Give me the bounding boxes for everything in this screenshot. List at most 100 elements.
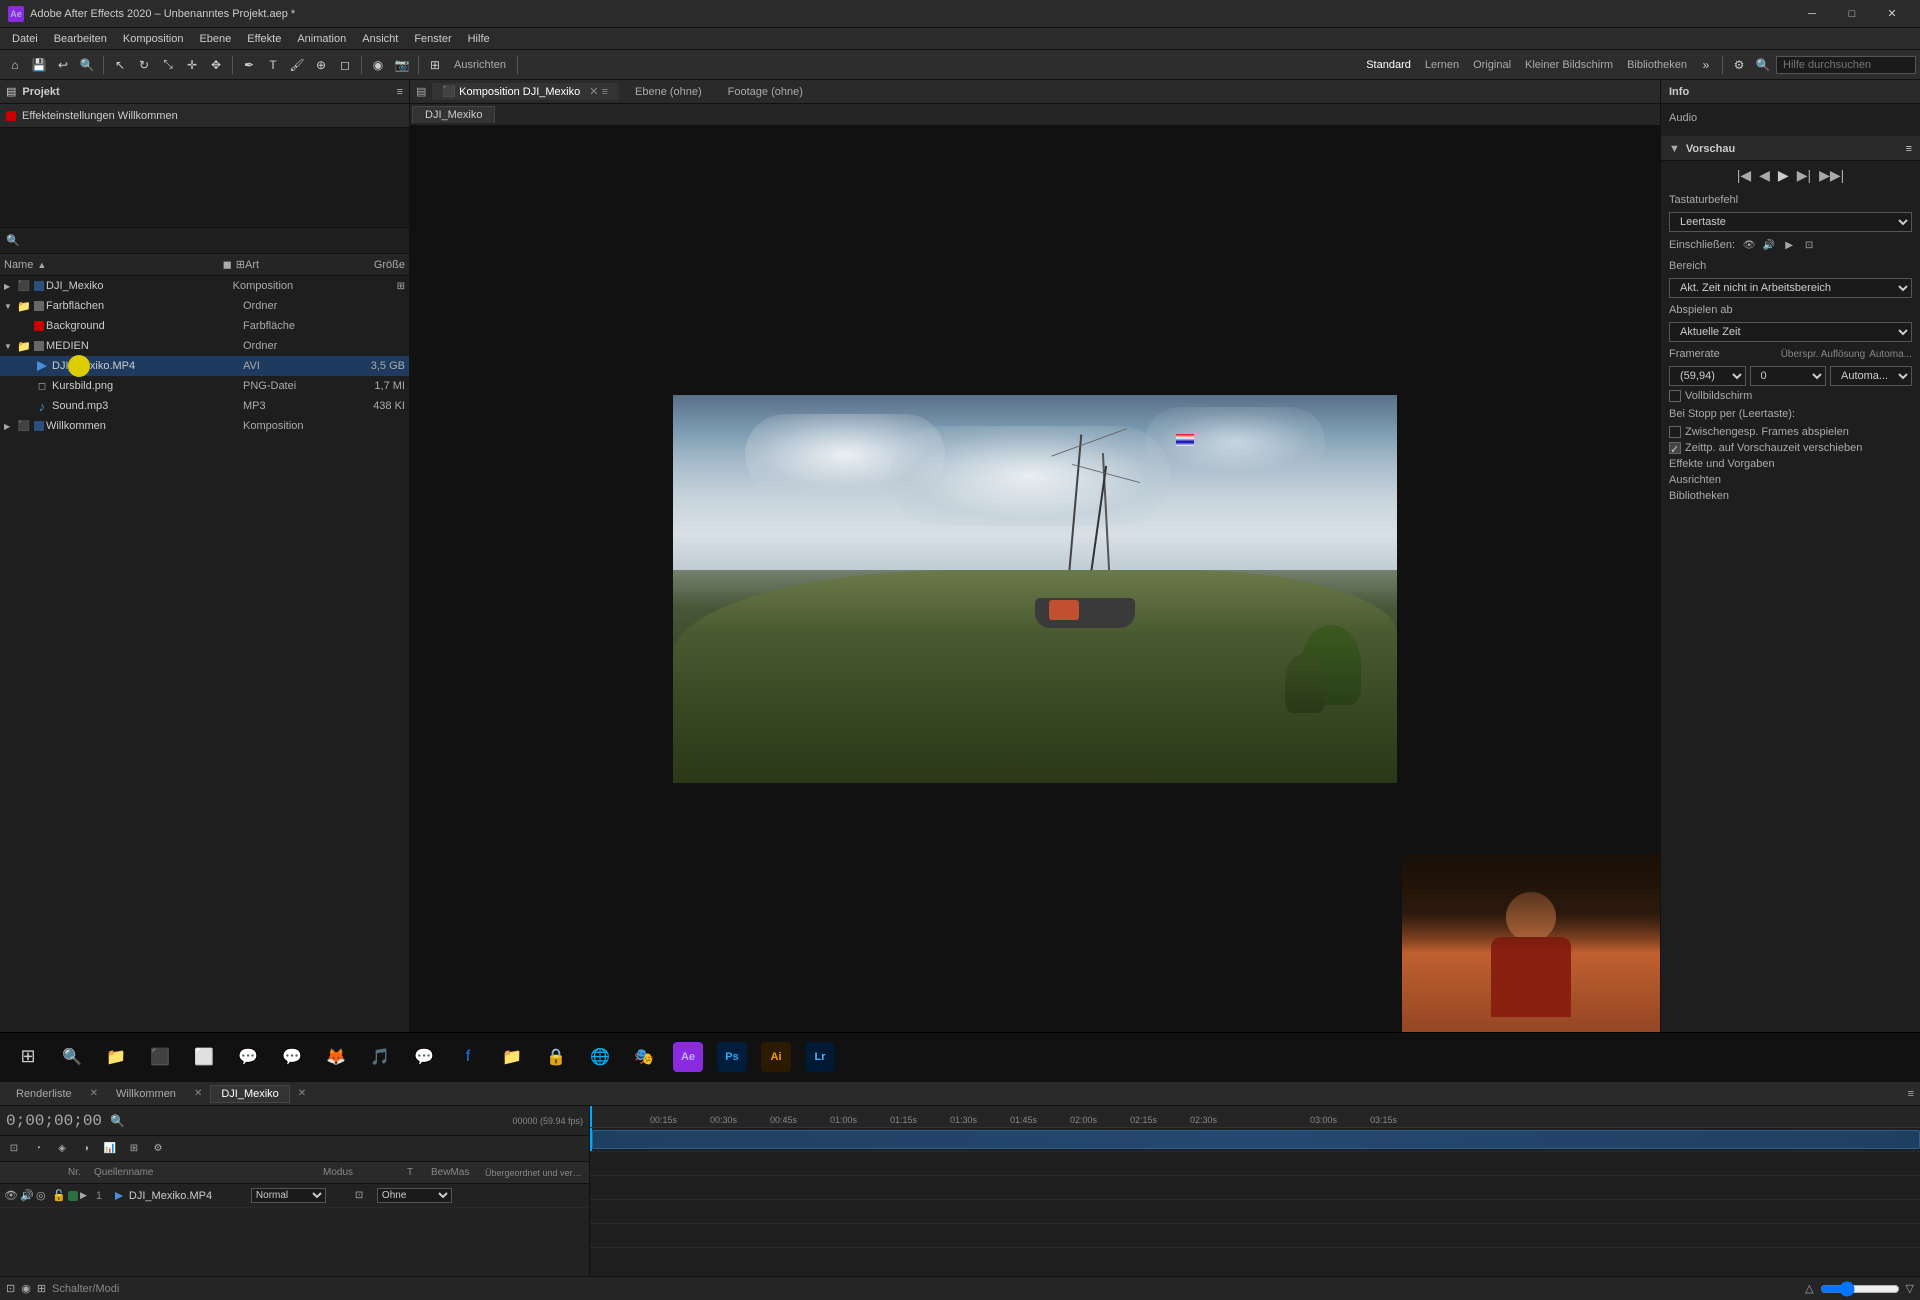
graph-btn[interactable]: 📊 xyxy=(100,1139,120,1159)
menu-bearbeiten[interactable]: Bearbeiten xyxy=(46,31,115,47)
play-button[interactable]: ▶ xyxy=(1778,167,1789,184)
sort-arrow[interactable]: ▲ xyxy=(37,260,46,270)
undo-button[interactable]: ↩ xyxy=(52,54,74,76)
preset-kleiner[interactable]: Kleiner Bildschirm xyxy=(1519,59,1619,71)
globe-button[interactable]: 🌐 xyxy=(580,1037,620,1077)
select-tool[interactable]: ↖ xyxy=(109,54,131,76)
theater-button[interactable]: 🎭 xyxy=(624,1037,664,1077)
ps-button[interactable]: Ps xyxy=(712,1037,752,1077)
framerate-dropdown[interactable]: (59,94) xyxy=(1669,366,1746,386)
minimize-button[interactable]: ─ xyxy=(1792,0,1832,28)
menu-komposition[interactable]: Komposition xyxy=(115,31,192,47)
lock-button[interactable]: 🔒 xyxy=(536,1037,576,1077)
timeline-ruler[interactable]: 00:15s 00:30s 00:45s 01:00s 01:15s 01:30… xyxy=(590,1106,1920,1128)
menu-fenster[interactable]: Fenster xyxy=(406,31,459,47)
lr-button[interactable]: Lr xyxy=(800,1037,840,1077)
footage-tab[interactable]: Footage (ohne) xyxy=(718,84,813,100)
list-item[interactable]: ♪ Sound.mp3 MP3 438 KI xyxy=(0,396,409,416)
ae-button[interactable]: Ae xyxy=(668,1037,708,1077)
overflow-icon[interactable]: ⊡ xyxy=(1801,237,1817,253)
menu-ansicht[interactable]: Ansicht xyxy=(354,31,406,47)
go-end-button[interactable]: ▶▶| xyxy=(1819,167,1844,184)
workspace-more[interactable]: » xyxy=(1695,54,1717,76)
comp-btn[interactable]: ⊡ xyxy=(4,1139,24,1159)
expand-arrow[interactable]: ▶ xyxy=(4,422,14,431)
layer-parent-dropdown[interactable]: Ohne xyxy=(377,1188,452,1203)
list-item[interactable]: ▼ MEDIEN Ordner xyxy=(0,336,409,356)
tastatur-dropdown[interactable]: Leertaste xyxy=(1669,212,1912,232)
camera-tool[interactable]: 📷 xyxy=(391,54,413,76)
video-clip[interactable] xyxy=(592,1130,1920,1149)
start-button[interactable]: ⊞ xyxy=(8,1037,48,1077)
layer-lock-toggle[interactable]: 🔓 xyxy=(52,1189,66,1202)
abspielen-dropdown[interactable]: Aktuelle Zeit xyxy=(1669,322,1912,342)
move-tool[interactable]: ✥ xyxy=(205,54,227,76)
tab-close-dji[interactable]: ✕ xyxy=(298,1088,306,1099)
home-button[interactable]: ⌂ xyxy=(4,54,26,76)
viewport[interactable] xyxy=(410,126,1660,1052)
menu-datei[interactable]: Datei xyxy=(4,31,46,47)
next-frame-button[interactable]: ▶| xyxy=(1797,167,1811,184)
willkommen-tab[interactable]: Willkommen xyxy=(106,1086,186,1102)
preset-lernen[interactable]: Lernen xyxy=(1419,59,1465,71)
ai-button[interactable]: Ai xyxy=(756,1037,796,1077)
menu-animation[interactable]: Animation xyxy=(289,31,354,47)
app5-button[interactable]: ⬜ xyxy=(184,1037,224,1077)
timeline-timecode[interactable]: 0;00;00;00 xyxy=(6,1112,102,1130)
comp-tab-close[interactable]: ✕ xyxy=(589,86,598,98)
settings-button[interactable]: ⚙ xyxy=(1728,54,1750,76)
maximize-button[interactable]: □ xyxy=(1832,0,1872,28)
speaker-icon[interactable]: 🔊 xyxy=(1761,237,1777,253)
list-item[interactable]: Background Farbfläche xyxy=(0,316,409,336)
timeline-search-btn[interactable]: 🔍 xyxy=(110,1114,125,1128)
eye-icon[interactable]: 👁 xyxy=(1741,237,1757,253)
menu-effekte[interactable]: Effekte xyxy=(239,31,289,47)
clone-tool[interactable]: ⊕ xyxy=(310,54,332,76)
text-tool[interactable]: T xyxy=(262,54,284,76)
scale-tool[interactable]: ⤡ xyxy=(157,54,179,76)
zoom-slider[interactable] xyxy=(1820,1281,1900,1297)
music-button[interactable]: 🎵 xyxy=(360,1037,400,1077)
layer-mode-dropdown[interactable]: Normal xyxy=(251,1188,331,1203)
tab-close-willkommen[interactable]: ✕ xyxy=(194,1088,202,1099)
facebook-button[interactable]: f xyxy=(448,1037,488,1077)
layer-row[interactable]: 👁 🔊 ◎ 🔓 ▶ 1 DJI_Mexiko.MP4 Normal ⊡ xyxy=(0,1184,589,1208)
search-help-button[interactable]: 🔍 xyxy=(1752,54,1774,76)
close-button[interactable]: ✕ xyxy=(1872,0,1912,28)
timeline-menu-btn[interactable]: ≡ xyxy=(1908,1088,1914,1100)
bibliotheken-section-btn[interactable]: Bibliotheken xyxy=(1661,488,1920,504)
brush-tool[interactable]: 🖌 xyxy=(286,54,308,76)
msg-button[interactable]: 💬 xyxy=(272,1037,312,1077)
footer-btn-1[interactable]: ⊡ xyxy=(6,1282,15,1295)
save-button[interactable]: 💾 xyxy=(28,54,50,76)
shy-btn[interactable]: ◔ xyxy=(28,1139,48,1159)
video-icon2[interactable]: ▶ xyxy=(1781,237,1797,253)
menu-hilfe[interactable]: Hilfe xyxy=(460,31,498,47)
preset-standard[interactable]: Standard xyxy=(1360,59,1417,71)
vorschau-menu[interactable]: ≡ xyxy=(1906,143,1912,155)
list-item[interactable]: ▼ Farbflächen Ordner xyxy=(0,296,409,316)
folder2-button[interactable]: 📁 xyxy=(492,1037,532,1077)
align-button[interactable]: ⊞ xyxy=(424,54,446,76)
rotate-tool[interactable]: ↻ xyxy=(133,54,155,76)
effekte-section-btn[interactable]: Effekte und Vorgaben xyxy=(1661,456,1920,472)
expand-arrow[interactable]: ▶ xyxy=(4,282,14,291)
djimexiko-tab[interactable]: DJI_Mexiko xyxy=(210,1085,289,1103)
layer-expand[interactable]: ▶ xyxy=(80,1190,87,1201)
ms-store-button[interactable]: ⬛ xyxy=(140,1037,180,1077)
project-search-input[interactable] xyxy=(24,235,403,247)
vollbild-checkbox[interactable] xyxy=(1669,390,1681,402)
uberspr-dropdown[interactable]: 0 xyxy=(1750,366,1827,386)
search-tool-button[interactable]: 🔍 xyxy=(76,54,98,76)
renderliste-tab[interactable]: Renderliste xyxy=(6,1086,82,1102)
go-start-button[interactable]: |◀ xyxy=(1737,167,1751,184)
comp-tab-menu[interactable]: ≡ xyxy=(602,86,608,98)
anchor-tool[interactable]: ✛ xyxy=(181,54,203,76)
explorer-button[interactable]: 📁 xyxy=(96,1037,136,1077)
list-item[interactable]: ▶ ⬛ DJI_Mexiko Komposition ⊞ xyxy=(0,276,409,296)
firefox-button[interactable]: 🦊 xyxy=(316,1037,356,1077)
zeittp-checkbox[interactable]: ✓ xyxy=(1669,442,1681,454)
ebene-tab[interactable]: Ebene (ohne) xyxy=(625,84,712,100)
prev-frame-button[interactable]: ◀ xyxy=(1759,167,1770,184)
messenger-button[interactable]: 💬 xyxy=(404,1037,444,1077)
